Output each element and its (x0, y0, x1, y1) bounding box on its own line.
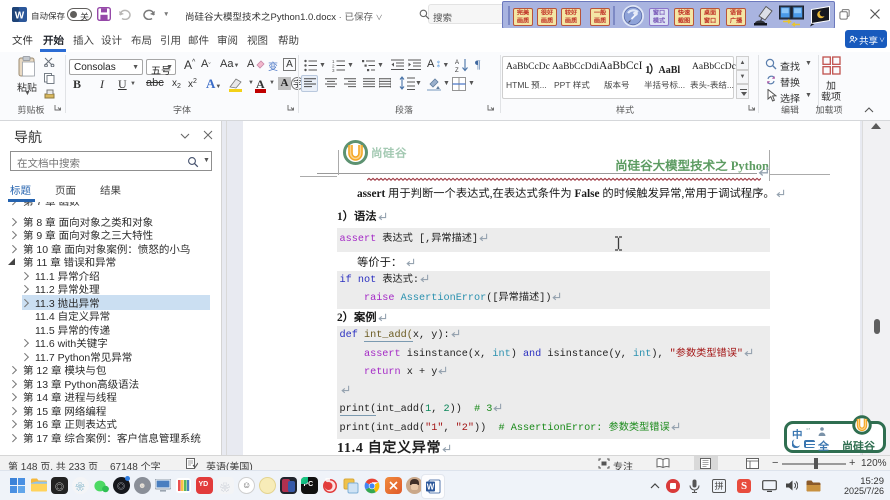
svg-text:Z: Z (455, 68, 459, 72)
svg-text:A: A (455, 60, 459, 66)
svg-text:W: W (15, 11, 25, 22)
svg-text:W: W (427, 483, 435, 492)
svg-text:3: 3 (332, 68, 335, 72)
